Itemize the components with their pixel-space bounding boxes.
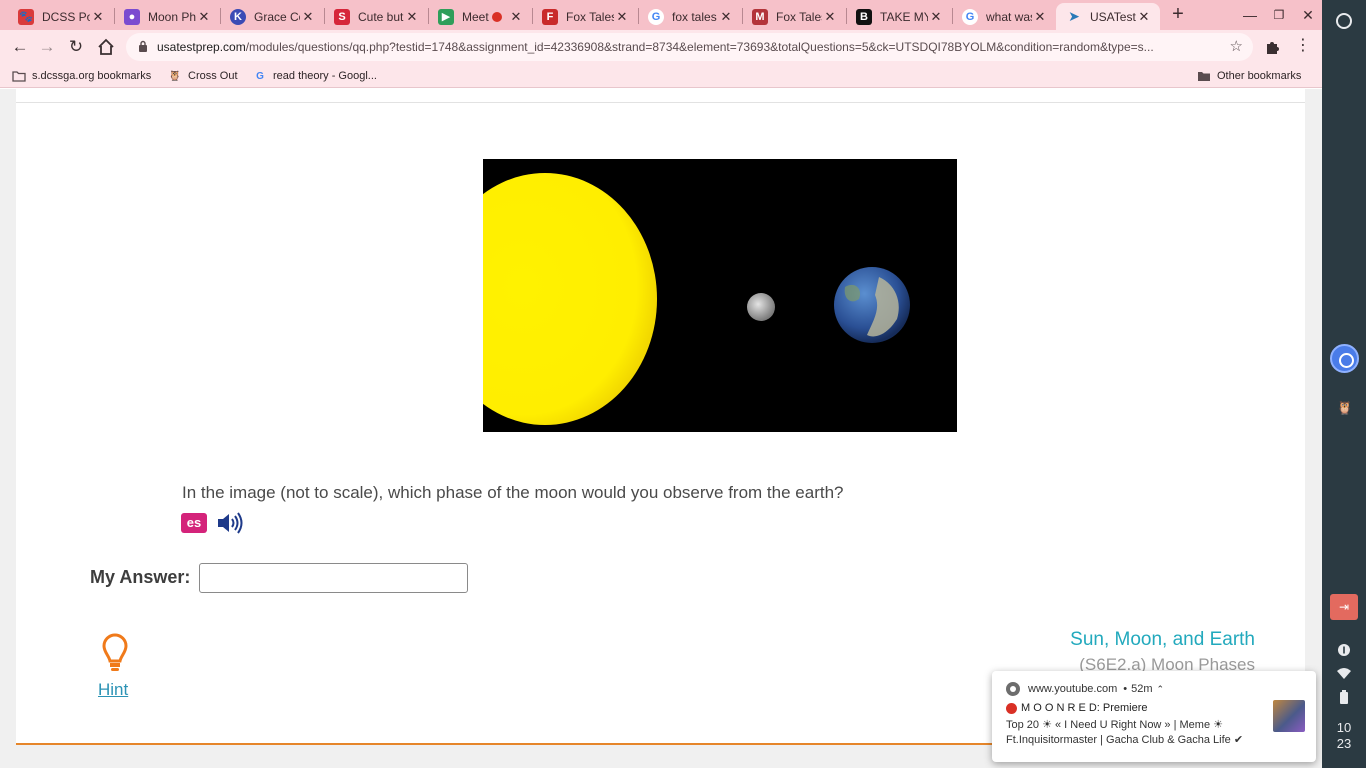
moon bbox=[747, 293, 775, 321]
wifi-icon[interactable] bbox=[1336, 668, 1352, 684]
close-icon[interactable]: ✕ bbox=[1032, 9, 1048, 25]
tab-fox-tales[interactable]: F Fox Tales ✕ bbox=[532, 3, 638, 30]
topic-title[interactable]: Sun, Moon, and Earth bbox=[1070, 629, 1255, 651]
recording-icon bbox=[492, 11, 502, 22]
google-favicon-icon: G bbox=[648, 8, 664, 25]
red-circle-icon bbox=[1006, 702, 1017, 714]
extensions-puzzle-icon[interactable] bbox=[1264, 38, 1282, 56]
bookmarks-bar: s.dcssga.org bookmarks 🦉 Cross Out G rea… bbox=[0, 64, 1322, 88]
bookmark-cross-out[interactable]: 🦉 Cross Out bbox=[168, 68, 238, 84]
window-close-icon[interactable]: ✕ bbox=[1298, 5, 1318, 25]
more-vert-icon[interactable]: ⋮ bbox=[1294, 35, 1312, 59]
bookmark-star-icon[interactable]: ☆ bbox=[1230, 37, 1243, 55]
battery-icon[interactable] bbox=[1336, 690, 1352, 706]
m-favicon-icon: M bbox=[752, 8, 768, 25]
tab-take-my[interactable]: B TAKE MY ✕ bbox=[846, 3, 952, 30]
other-bookmarks[interactable]: Other bookmarks bbox=[1197, 68, 1301, 84]
spanish-translate-icon[interactable]: es bbox=[181, 513, 207, 533]
speaker-audio-icon[interactable] bbox=[215, 510, 243, 536]
cursor-favicon-icon: ➤ bbox=[1068, 8, 1080, 24]
lightbulb-icon[interactable] bbox=[100, 632, 130, 676]
browser-window: 🐾 DCSS Por ✕ ● Moon Ph ✕ K Grace Co ✕ S … bbox=[0, 0, 1322, 768]
tab-what-was[interactable]: G what was ✕ bbox=[952, 3, 1056, 30]
reload-icon[interactable]: ↻ bbox=[64, 35, 88, 59]
chrome-app-icon[interactable] bbox=[1330, 344, 1359, 373]
chevron-up-icon[interactable]: ⌃ bbox=[1157, 684, 1165, 695]
home-icon[interactable] bbox=[94, 35, 118, 59]
tab-grace[interactable]: K Grace Co ✕ bbox=[220, 3, 324, 30]
close-icon[interactable]: ✕ bbox=[404, 9, 420, 25]
google-favicon-icon: G bbox=[962, 8, 978, 25]
question-text: In the image (not to scale), which phase… bbox=[182, 483, 844, 502]
browser-toolbar: ← → ↻ usatestprep.com/modules/questions/… bbox=[0, 30, 1322, 64]
sun-moon-earth-image bbox=[483, 159, 957, 432]
back-icon[interactable]: ← bbox=[8, 35, 32, 59]
person-favicon-icon: ● bbox=[124, 8, 140, 25]
divider bbox=[16, 102, 1305, 103]
youtube-notification[interactable]: www.youtube.com • 52m ⌃ M O O N R E D: P… bbox=[992, 671, 1316, 762]
answer-label: My Answer: bbox=[90, 567, 191, 587]
hint-link[interactable]: Hint bbox=[98, 680, 128, 700]
lock-icon bbox=[139, 40, 147, 52]
tab-cute[interactable]: S Cute but ✕ bbox=[324, 3, 428, 30]
close-icon[interactable]: ✕ bbox=[718, 9, 734, 25]
minimize-icon[interactable]: — bbox=[1240, 5, 1260, 25]
close-icon[interactable]: ✕ bbox=[300, 9, 316, 25]
notification-count-icon[interactable] bbox=[1336, 643, 1352, 659]
meet-favicon-icon: ▶ bbox=[438, 8, 454, 25]
page-viewport: In the image (not to scale), which phase… bbox=[0, 89, 1322, 768]
owl-favicon-icon: 🦉 bbox=[168, 70, 182, 82]
bookmark-read-theory[interactable]: G read theory - Googl... bbox=[253, 68, 377, 84]
answer-input[interactable] bbox=[199, 563, 468, 593]
close-icon[interactable]: ✕ bbox=[508, 9, 524, 25]
sun bbox=[483, 173, 657, 425]
folder-icon bbox=[1197, 69, 1211, 83]
close-icon[interactable]: ✕ bbox=[196, 9, 212, 25]
restore-icon[interactable]: ❐ bbox=[1269, 5, 1289, 25]
close-icon[interactable]: ✕ bbox=[614, 9, 630, 25]
owl-app-icon[interactable]: 🦉 bbox=[1334, 400, 1356, 418]
notification-body: Top 20 ☀ « I Need U Right Now » | Meme ☀… bbox=[1006, 719, 1244, 746]
url-text: usatestprep.com/modules/questions/qq.php… bbox=[157, 40, 1154, 54]
notification-title: M O O N R E D: Premiere bbox=[1006, 702, 1148, 714]
chrome-icon bbox=[1006, 682, 1020, 696]
tab-moon-phases[interactable]: ● Moon Ph ✕ bbox=[114, 3, 220, 30]
launcher-icon[interactable] bbox=[1336, 13, 1352, 29]
tab-meet[interactable]: ▶ Meet ✕ bbox=[428, 3, 532, 30]
notification-source: www.youtube.com • 52m ⌃ bbox=[1006, 682, 1164, 696]
exit-icon[interactable]: ⇥ bbox=[1330, 594, 1358, 620]
tab-fox-tales-2[interactable]: M Fox Tales ✕ bbox=[742, 3, 846, 30]
bookmark-folder-icon bbox=[12, 69, 26, 83]
fox-favicon-icon: F bbox=[542, 8, 558, 25]
google-favicon-icon: G bbox=[256, 70, 264, 82]
close-icon[interactable]: ✕ bbox=[822, 9, 838, 25]
forward-icon[interactable]: → bbox=[35, 35, 59, 59]
b-favicon-icon: B bbox=[856, 8, 872, 25]
new-tab-button[interactable]: + bbox=[1168, 4, 1188, 26]
notification-thumbnail bbox=[1273, 700, 1305, 732]
close-icon[interactable]: ✕ bbox=[90, 9, 106, 25]
close-icon[interactable]: ✕ bbox=[928, 9, 944, 25]
tab-usatestprep[interactable]: ➤ USATestp ✕ bbox=[1056, 3, 1160, 30]
system-clock[interactable]: 10 23 bbox=[1322, 720, 1366, 752]
address-bar[interactable]: usatestprep.com/modules/questions/qq.php… bbox=[126, 33, 1253, 61]
close-icon[interactable]: ✕ bbox=[1136, 9, 1152, 25]
tab-dcss[interactable]: 🐾 DCSS Por ✕ bbox=[8, 3, 114, 30]
dcss-favicon-icon: 🐾 bbox=[18, 8, 34, 25]
os-shelf: 🦉 ⇥ 10 23 bbox=[1322, 0, 1366, 768]
bookmark-dcssga[interactable]: s.dcssga.org bookmarks bbox=[12, 68, 151, 84]
s-favicon-icon: S bbox=[334, 8, 350, 25]
tab-google-fox[interactable]: G fox tales ✕ bbox=[638, 3, 742, 30]
tab-strip: 🐾 DCSS Por ✕ ● Moon Ph ✕ K Grace Co ✕ S … bbox=[0, 0, 1322, 30]
question-panel: In the image (not to scale), which phase… bbox=[16, 89, 1305, 745]
k-favicon-icon: K bbox=[230, 8, 246, 25]
